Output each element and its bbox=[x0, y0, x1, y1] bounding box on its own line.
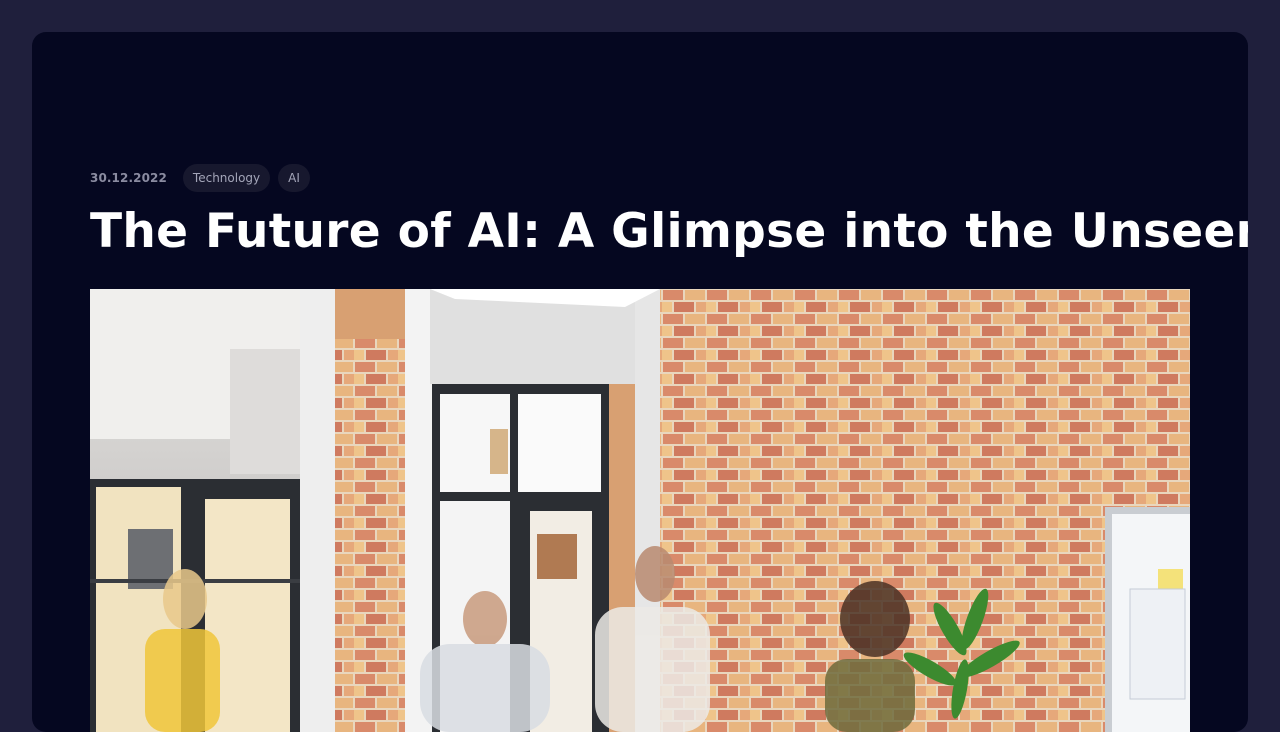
article-date: 30.12.2022 bbox=[90, 171, 167, 185]
office-scene-photo bbox=[90, 289, 1190, 732]
tag-ai[interactable]: AI bbox=[278, 164, 310, 192]
tag-technology[interactable]: Technology bbox=[182, 164, 271, 192]
hero-image bbox=[90, 289, 1190, 732]
article-title: The Future of AI: A Glimpse into the Uns… bbox=[90, 204, 1248, 259]
article-meta: 30.12.2022 Technology AI bbox=[90, 163, 310, 193]
article-card: 30.12.2022 Technology AI The Future of A… bbox=[32, 32, 1248, 732]
